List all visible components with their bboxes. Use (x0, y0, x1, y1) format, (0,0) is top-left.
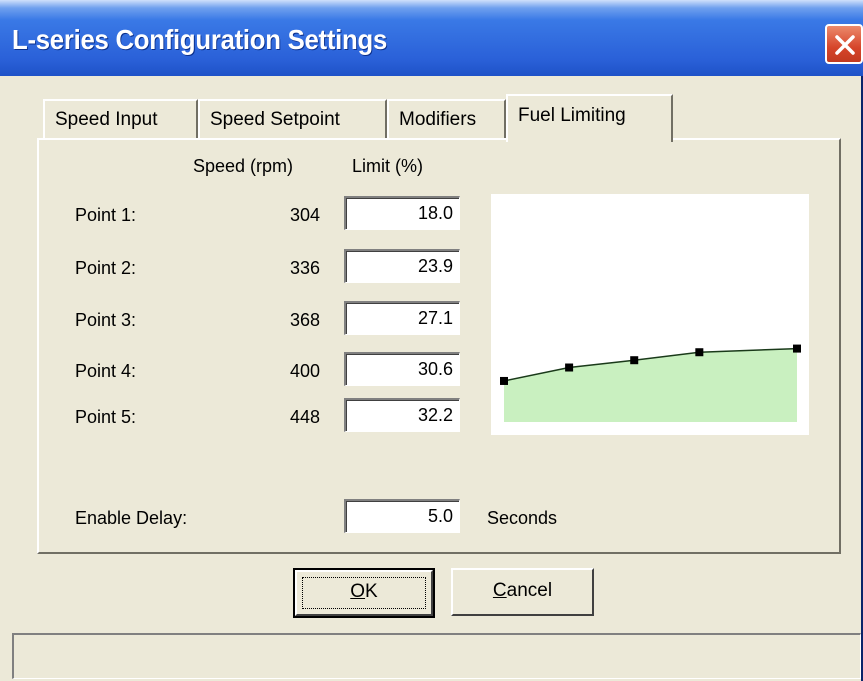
limit-point-5-marker[interactable] (793, 344, 801, 353)
close-button[interactable] (825, 24, 863, 64)
fuel-limit-chart-svg (500, 344, 801, 422)
point-2-speed: 336 (289, 258, 320, 278)
point-1-speed: 304 (289, 205, 320, 225)
dialog-window: L-series Configuration Settings Speed In… (0, 0, 863, 681)
enable-delay-label: Enable Delay: (75, 508, 188, 528)
focus-rectangle (302, 577, 426, 609)
limit-column-header: Limit (%) (352, 156, 423, 176)
cancel-mnemonic: C (492, 580, 507, 601)
point-2-limit-input[interactable] (346, 251, 459, 282)
window-title: L-series Configuration Settings (12, 24, 388, 55)
point-5-label: Point 5: (75, 407, 137, 427)
close-icon (835, 35, 855, 55)
enable-delay-field[interactable] (344, 499, 460, 533)
point-5-speed: 448 (289, 407, 320, 427)
limit-point-3-marker[interactable] (630, 356, 639, 365)
enable-delay-unit: Seconds (487, 508, 558, 528)
point-2-label: Point 2: (75, 258, 137, 278)
limit-point-1-marker[interactable] (500, 376, 508, 385)
cancel-label-rest: ancel (506, 580, 553, 601)
tab-speed-setpoint[interactable]: Speed Setpoint (198, 99, 387, 141)
status-bar (12, 633, 861, 679)
point-3-limit-field[interactable] (344, 301, 460, 335)
fuel-limit-chart (491, 194, 809, 435)
point-4-limit-input[interactable] (346, 354, 459, 385)
limit-point-4-marker[interactable] (695, 348, 704, 357)
point-5-limit-input[interactable] (346, 400, 459, 431)
point-1-limit-input[interactable] (346, 198, 459, 229)
tab-label: Speed Setpoint (210, 109, 340, 130)
point-1-label: Point 1: (75, 205, 137, 225)
tab-label: Speed Input (55, 109, 158, 130)
speed-column-header: Speed (rpm) (193, 156, 294, 176)
tab-speed-input[interactable]: Speed Input (43, 99, 198, 141)
cancel-button[interactable]: Cancel (451, 568, 594, 616)
point-4-speed: 400 (289, 361, 320, 381)
enable-delay-input[interactable] (346, 501, 459, 532)
tab-modifiers[interactable]: Modifiers (387, 99, 506, 141)
tab-label: Modifiers (399, 109, 477, 130)
tab-fuel-limiting[interactable]: Fuel Limiting (506, 94, 673, 142)
title-bar[interactable]: L-series Configuration Settings (0, 0, 863, 76)
point-3-label: Point 3: (75, 310, 137, 330)
point-4-limit-field[interactable] (344, 352, 460, 386)
ok-button[interactable]: OK (293, 568, 435, 618)
point-1-limit-field[interactable] (344, 196, 460, 230)
point-3-limit-input[interactable] (346, 303, 459, 334)
limit-point-2-marker[interactable] (565, 363, 574, 372)
point-4-label: Point 4: (75, 361, 137, 381)
point-2-limit-field[interactable] (344, 249, 460, 283)
point-5-limit-field[interactable] (344, 398, 460, 432)
limit-area (504, 348, 797, 422)
tab-label: Fuel Limiting (518, 105, 626, 126)
point-3-speed: 368 (289, 310, 320, 330)
